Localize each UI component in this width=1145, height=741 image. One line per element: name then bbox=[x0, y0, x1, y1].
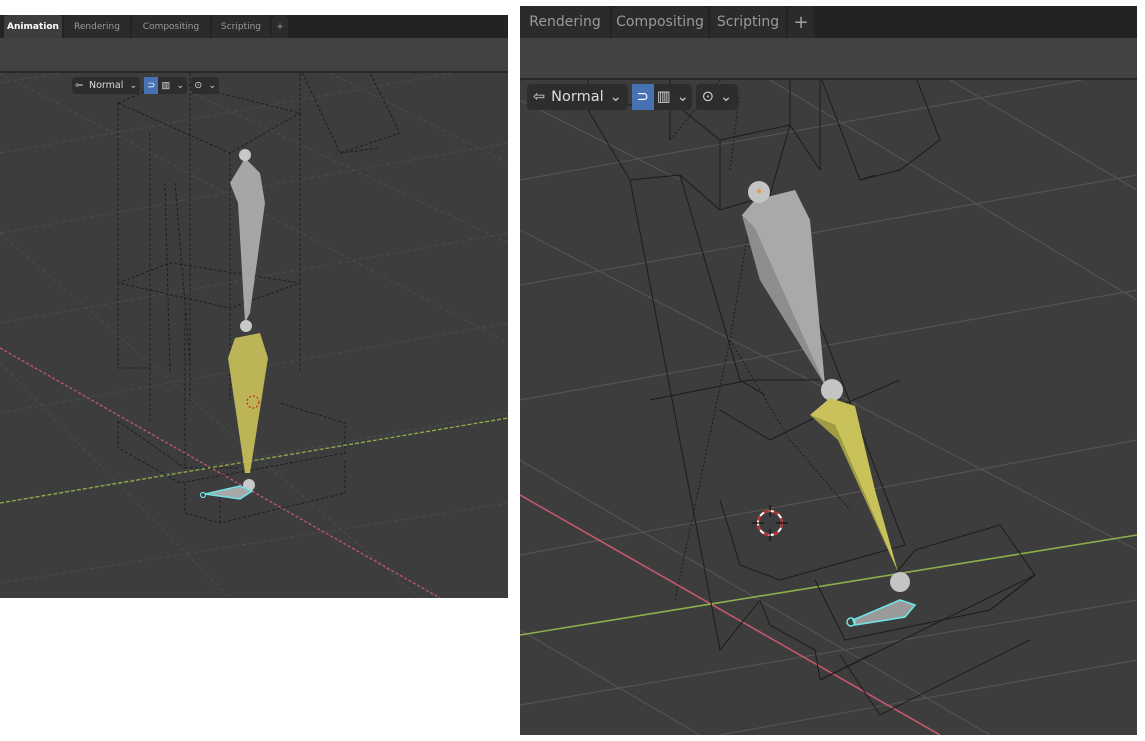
transform-orientation-icon: ⇦ bbox=[75, 80, 83, 91]
workspace-tab-bar: Animation Rendering Compositing Scriptin… bbox=[0, 15, 508, 38]
bone-tail-joint bbox=[240, 320, 252, 332]
viewport-scene bbox=[0, 73, 508, 598]
workspace-tab-bar: Rendering Compositing Scripting + bbox=[520, 6, 1137, 38]
snap-group: ⊃ ▥ ⌄ bbox=[631, 84, 692, 110]
chevron-down-icon: ⌄ bbox=[129, 80, 138, 91]
x-axis-line bbox=[0, 347, 441, 598]
chevron-down-icon: ⌄ bbox=[719, 89, 733, 105]
chevron-down-icon[interactable]: ⌄ bbox=[173, 77, 187, 94]
proportional-editing-dropdown[interactable]: ⊙ ⌄ bbox=[191, 77, 220, 94]
mesh-wireframe bbox=[587, 80, 1036, 716]
ankle-joint bbox=[890, 572, 910, 592]
3d-viewport[interactable]: ⇦ Normal ⌄ ⊃ ▥ ⌄ ⊙ ⌄ bbox=[520, 80, 1137, 735]
transform-orientation-dropdown[interactable]: ⇦ Normal ⌄ bbox=[72, 77, 141, 94]
tab-rendering[interactable]: Rendering bbox=[64, 15, 130, 38]
right-viewport-panel: Rendering Compositing Scripting + ⇦ Norm… bbox=[520, 6, 1137, 735]
orientation-label: Normal bbox=[551, 89, 604, 105]
tab-compositing[interactable]: Compositing bbox=[612, 6, 708, 38]
tab-scripting[interactable]: Scripting bbox=[710, 6, 786, 38]
foot-bone-selected[interactable] bbox=[851, 599, 917, 626]
tab-animation[interactable]: Animation bbox=[4, 15, 62, 38]
foot-bone-selected[interactable] bbox=[204, 485, 254, 500]
upper-bone bbox=[742, 190, 825, 385]
left-viewport-panel: Animation Rendering Compositing Scriptin… bbox=[0, 15, 508, 598]
snap-magnet-icon[interactable]: ⊃ bbox=[144, 77, 159, 94]
chevron-down-icon[interactable]: ⌄ bbox=[674, 84, 692, 110]
viewport-toolbar: ⇦ Normal ⌄ ⊃ ▥ ⌄ ⊙ ⌄ bbox=[527, 84, 739, 110]
viewport-scene bbox=[520, 80, 1137, 735]
orientation-label: Normal bbox=[88, 80, 124, 91]
bone-head-joint bbox=[239, 149, 251, 161]
upper-bone bbox=[230, 158, 265, 323]
lower-bone bbox=[228, 333, 268, 473]
viewport-toolbar: ⇦ Normal ⌄ ⊃ ▥ ⌄ ⊙ ⌄ bbox=[72, 77, 220, 94]
armature bbox=[199, 149, 268, 500]
snap-target-icon[interactable]: ▥ bbox=[158, 77, 173, 94]
add-workspace-button[interactable]: + bbox=[788, 6, 814, 38]
bone-tail-joint bbox=[821, 379, 843, 401]
snap-group: ⊃ ▥ ⌄ bbox=[144, 77, 188, 94]
viewport-header bbox=[0, 38, 508, 71]
proportional-editing-icon: ⊙ bbox=[701, 89, 714, 105]
tab-compositing[interactable]: Compositing bbox=[132, 15, 210, 38]
proportional-editing-icon: ⊙ bbox=[194, 80, 203, 91]
snap-magnet-icon[interactable]: ⊃ bbox=[631, 84, 654, 110]
chevron-down-icon: ⌄ bbox=[208, 80, 217, 91]
chevron-down-icon: ⌄ bbox=[609, 89, 622, 105]
foot-bone-tail bbox=[199, 491, 207, 499]
proportional-editing-dropdown[interactable]: ⊙ ⌄ bbox=[695, 84, 739, 110]
bone-head-dot bbox=[757, 189, 761, 193]
mesh-wireframe bbox=[117, 73, 401, 524]
transform-orientation-icon: ⇦ bbox=[533, 89, 546, 105]
add-workspace-button[interactable]: + bbox=[272, 15, 288, 38]
viewport-header bbox=[520, 38, 1137, 78]
3d-viewport[interactable]: ⇦ Normal ⌄ ⊃ ▥ ⌄ ⊙ ⌄ bbox=[0, 73, 508, 598]
transform-orientation-dropdown[interactable]: ⇦ Normal ⌄ bbox=[527, 84, 628, 110]
tab-rendering[interactable]: Rendering bbox=[520, 6, 610, 38]
y-axis-line bbox=[520, 534, 1137, 636]
tab-scripting[interactable]: Scripting bbox=[212, 15, 270, 38]
snap-target-icon[interactable]: ▥ bbox=[654, 84, 674, 110]
